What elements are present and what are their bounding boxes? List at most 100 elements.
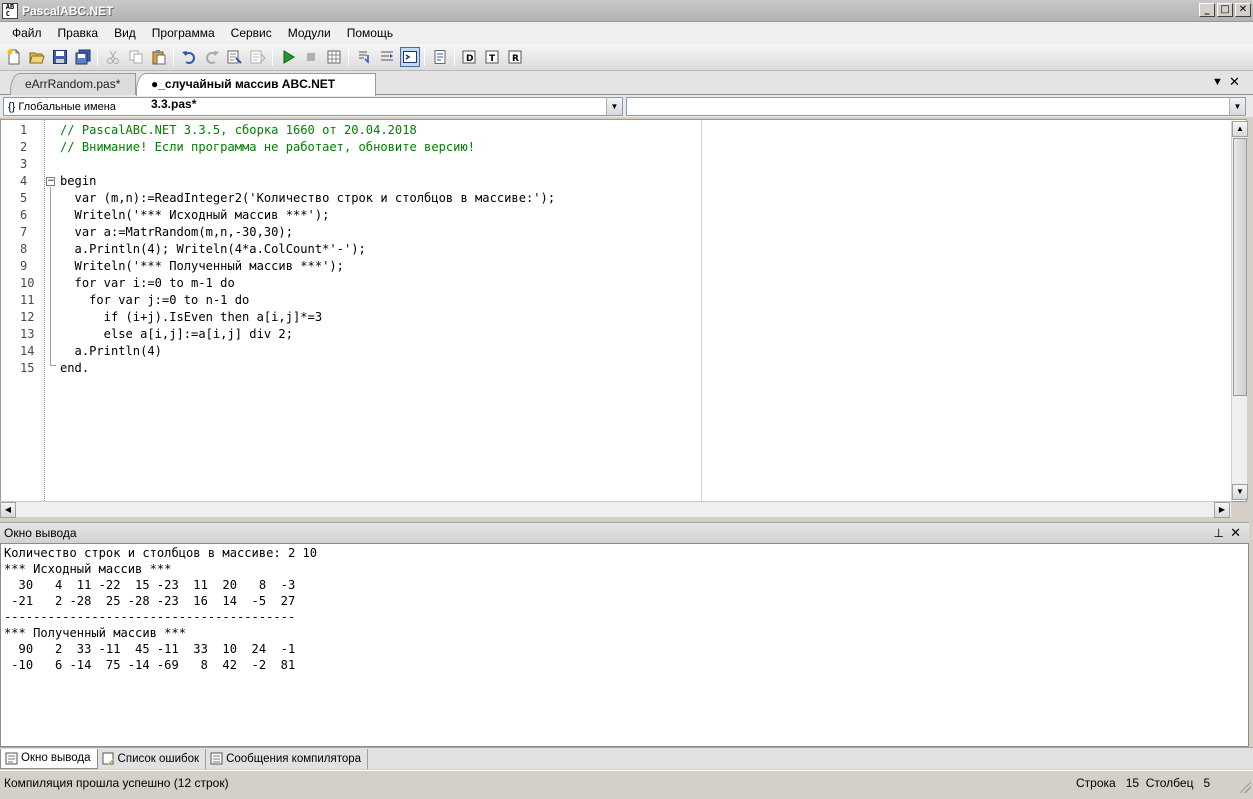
window-controls: _ □ ✕ bbox=[1199, 3, 1251, 17]
right-margin-line bbox=[701, 120, 702, 501]
tab-error-list[interactable]: Список ошибок bbox=[98, 748, 207, 769]
minimize-button[interactable]: _ bbox=[1199, 3, 1215, 17]
close-button[interactable]: ✕ bbox=[1235, 3, 1251, 17]
code-line: else a[i,j]:=a[i,j] div 2; bbox=[60, 327, 293, 341]
save-icon[interactable] bbox=[50, 47, 70, 67]
format-code-icon[interactable] bbox=[430, 47, 450, 67]
resize-grip-icon[interactable] bbox=[1239, 781, 1251, 793]
line-number: 9 bbox=[20, 259, 28, 273]
line-number: 15 bbox=[20, 361, 35, 375]
editor-tab-strip: eArrRandom.pas* ●_случайный массив ABC.N… bbox=[0, 71, 1253, 111]
output-line: 30 4 11 -22 15 -23 11 20 8 -3 bbox=[4, 578, 296, 592]
tab-compiler-messages[interactable]: Сообщения компилятора bbox=[206, 748, 369, 769]
code-line: // PascalABC.NET 3.3.5, сборка 1660 от 2… bbox=[60, 123, 417, 137]
form-designer-icon[interactable]: D bbox=[460, 47, 480, 67]
close-icon[interactable]: ✕ bbox=[1230, 523, 1241, 543]
step-into-icon[interactable] bbox=[377, 47, 397, 67]
output-toggle-icon[interactable] bbox=[399, 47, 420, 67]
paste-icon[interactable] bbox=[149, 47, 169, 67]
code-template-icon[interactable]: T bbox=[483, 47, 503, 67]
chevron-down-icon[interactable]: ▼ bbox=[606, 98, 622, 115]
menu-service[interactable]: Сервис bbox=[223, 23, 280, 43]
output-window[interactable]: Количество строк и столбцов в массиве: 2… bbox=[0, 543, 1249, 747]
find-icon[interactable] bbox=[225, 47, 245, 67]
code-line: end. bbox=[60, 361, 90, 375]
member-combo[interactable]: ▼ bbox=[626, 97, 1246, 116]
redo-icon[interactable] bbox=[202, 47, 222, 67]
menu-modules[interactable]: Модули bbox=[280, 23, 339, 43]
code-line: Writeln('*** Исходный массив ***'); bbox=[60, 208, 330, 222]
toolbar: D T R bbox=[0, 44, 1253, 71]
line-number: 7 bbox=[20, 225, 28, 239]
output-window-icon bbox=[5, 752, 18, 764]
open-file-icon[interactable] bbox=[27, 47, 47, 67]
tab-label: eArrRandom.pas* bbox=[25, 77, 121, 91]
output-panel-header: Окно вывода ⊥ ✕ bbox=[0, 522, 1249, 543]
code-editor[interactable]: 1 2 3 4 5 6 7 8 9 10 11 12 13 14 15 − //… bbox=[0, 119, 1247, 502]
status-bar: Компиляция прошла успешно (12 строк) Стр… bbox=[0, 770, 1253, 795]
tab-earrrandom[interactable]: eArrRandom.pas* bbox=[10, 73, 136, 95]
scroll-left-icon[interactable]: ◀ bbox=[0, 502, 16, 518]
tab-random-array[interactable]: ●_случайный массив ABC.NET 3.3.pas* bbox=[136, 73, 376, 111]
scroll-up-icon[interactable]: ▲ bbox=[1232, 121, 1248, 137]
pin-icon[interactable]: ⊥ bbox=[1214, 523, 1224, 543]
scope-combo[interactable]: {} Глобальные имена ▼ bbox=[3, 97, 623, 116]
editor-horizontal-scrollbar[interactable]: ◀ ▶ bbox=[0, 501, 1231, 518]
scroll-right-icon[interactable]: ▶ bbox=[1214, 502, 1230, 518]
compile-icon[interactable] bbox=[324, 47, 344, 67]
error-list-icon bbox=[102, 752, 114, 765]
output-line: 90 2 33 -11 45 -11 33 10 24 -1 bbox=[4, 642, 296, 656]
step-over-icon[interactable] bbox=[354, 47, 374, 67]
code-line: // Внимание! Если программа не работает,… bbox=[60, 140, 476, 154]
menu-program[interactable]: Программа bbox=[144, 23, 223, 43]
tab-label: Сообщения компилятора bbox=[226, 752, 362, 765]
svg-text:D: D bbox=[466, 54, 473, 64]
output-line: *** Полученный массив *** bbox=[4, 626, 187, 640]
toolbar-separator bbox=[454, 48, 455, 66]
copy-icon[interactable] bbox=[126, 47, 146, 67]
code-line: if (i+j).IsEven then a[i,j]*=3 bbox=[60, 310, 323, 324]
tab-close-icon[interactable]: ✕ bbox=[1229, 74, 1240, 90]
line-number: 14 bbox=[20, 344, 35, 358]
menu-file[interactable]: Файл bbox=[4, 23, 50, 43]
fold-toggle-icon[interactable]: − bbox=[46, 177, 55, 186]
cursor-position: Строка 15 Столбец 5 bbox=[1076, 776, 1211, 790]
scroll-down-icon[interactable]: ▼ bbox=[1232, 484, 1248, 500]
new-file-icon[interactable] bbox=[4, 47, 24, 67]
output-line: -21 2 -28 25 -28 -23 16 14 -5 27 bbox=[4, 594, 296, 608]
code-line: var (m,n):=ReadInteger2('Количество стро… bbox=[60, 191, 556, 205]
menu-view[interactable]: Вид bbox=[106, 23, 144, 43]
line-number: 11 bbox=[20, 293, 35, 307]
line-number: 8 bbox=[20, 242, 28, 256]
run-icon[interactable] bbox=[278, 47, 298, 67]
cut-icon[interactable] bbox=[103, 47, 123, 67]
code-line: a.Println(4); Writeln(4*a.ColCount*'-'); bbox=[60, 242, 366, 256]
output-line: ---------------------------------------- bbox=[4, 610, 296, 624]
window-title: PascalABC.NET bbox=[22, 3, 114, 18]
bottom-panel-tabs: Окно вывода Список ошибок Сообщения комп… bbox=[0, 747, 1253, 769]
scroll-thumb[interactable] bbox=[1233, 138, 1247, 396]
toolbar-separator bbox=[173, 48, 174, 66]
fold-line bbox=[50, 187, 51, 365]
menu-help[interactable]: Помощь bbox=[339, 23, 401, 43]
references-icon[interactable]: R bbox=[506, 47, 526, 67]
tab-label: Список ошибок bbox=[117, 752, 200, 765]
maximize-button[interactable]: □ bbox=[1217, 3, 1233, 17]
code-line: for var i:=0 to m-1 do bbox=[60, 276, 235, 290]
title-bar: AB C PascalABC.NET _ □ ✕ bbox=[0, 0, 1253, 22]
save-all-icon[interactable] bbox=[73, 47, 93, 67]
menu-edit[interactable]: Правка bbox=[50, 23, 107, 43]
output-line: -10 6 -14 75 -14 -69 8 42 -2 81 bbox=[4, 658, 296, 672]
replace-icon[interactable] bbox=[248, 47, 268, 67]
line-number: 12 bbox=[20, 310, 35, 324]
stop-icon[interactable] bbox=[301, 47, 321, 67]
chevron-down-icon[interactable]: ▼ bbox=[1229, 98, 1245, 115]
code-line: begin bbox=[60, 174, 97, 188]
editor-vertical-scrollbar[interactable]: ▲ ▼ bbox=[1231, 121, 1248, 500]
app-icon: AB C bbox=[2, 2, 18, 19]
tab-output-window[interactable]: Окно вывода bbox=[0, 748, 98, 769]
toolbar-separator bbox=[272, 48, 273, 66]
undo-icon[interactable] bbox=[179, 47, 199, 67]
tab-list-dropdown-icon[interactable]: ▼ bbox=[1212, 76, 1223, 88]
output-line: Количество строк и столбцов в массиве: 2… bbox=[4, 546, 318, 560]
